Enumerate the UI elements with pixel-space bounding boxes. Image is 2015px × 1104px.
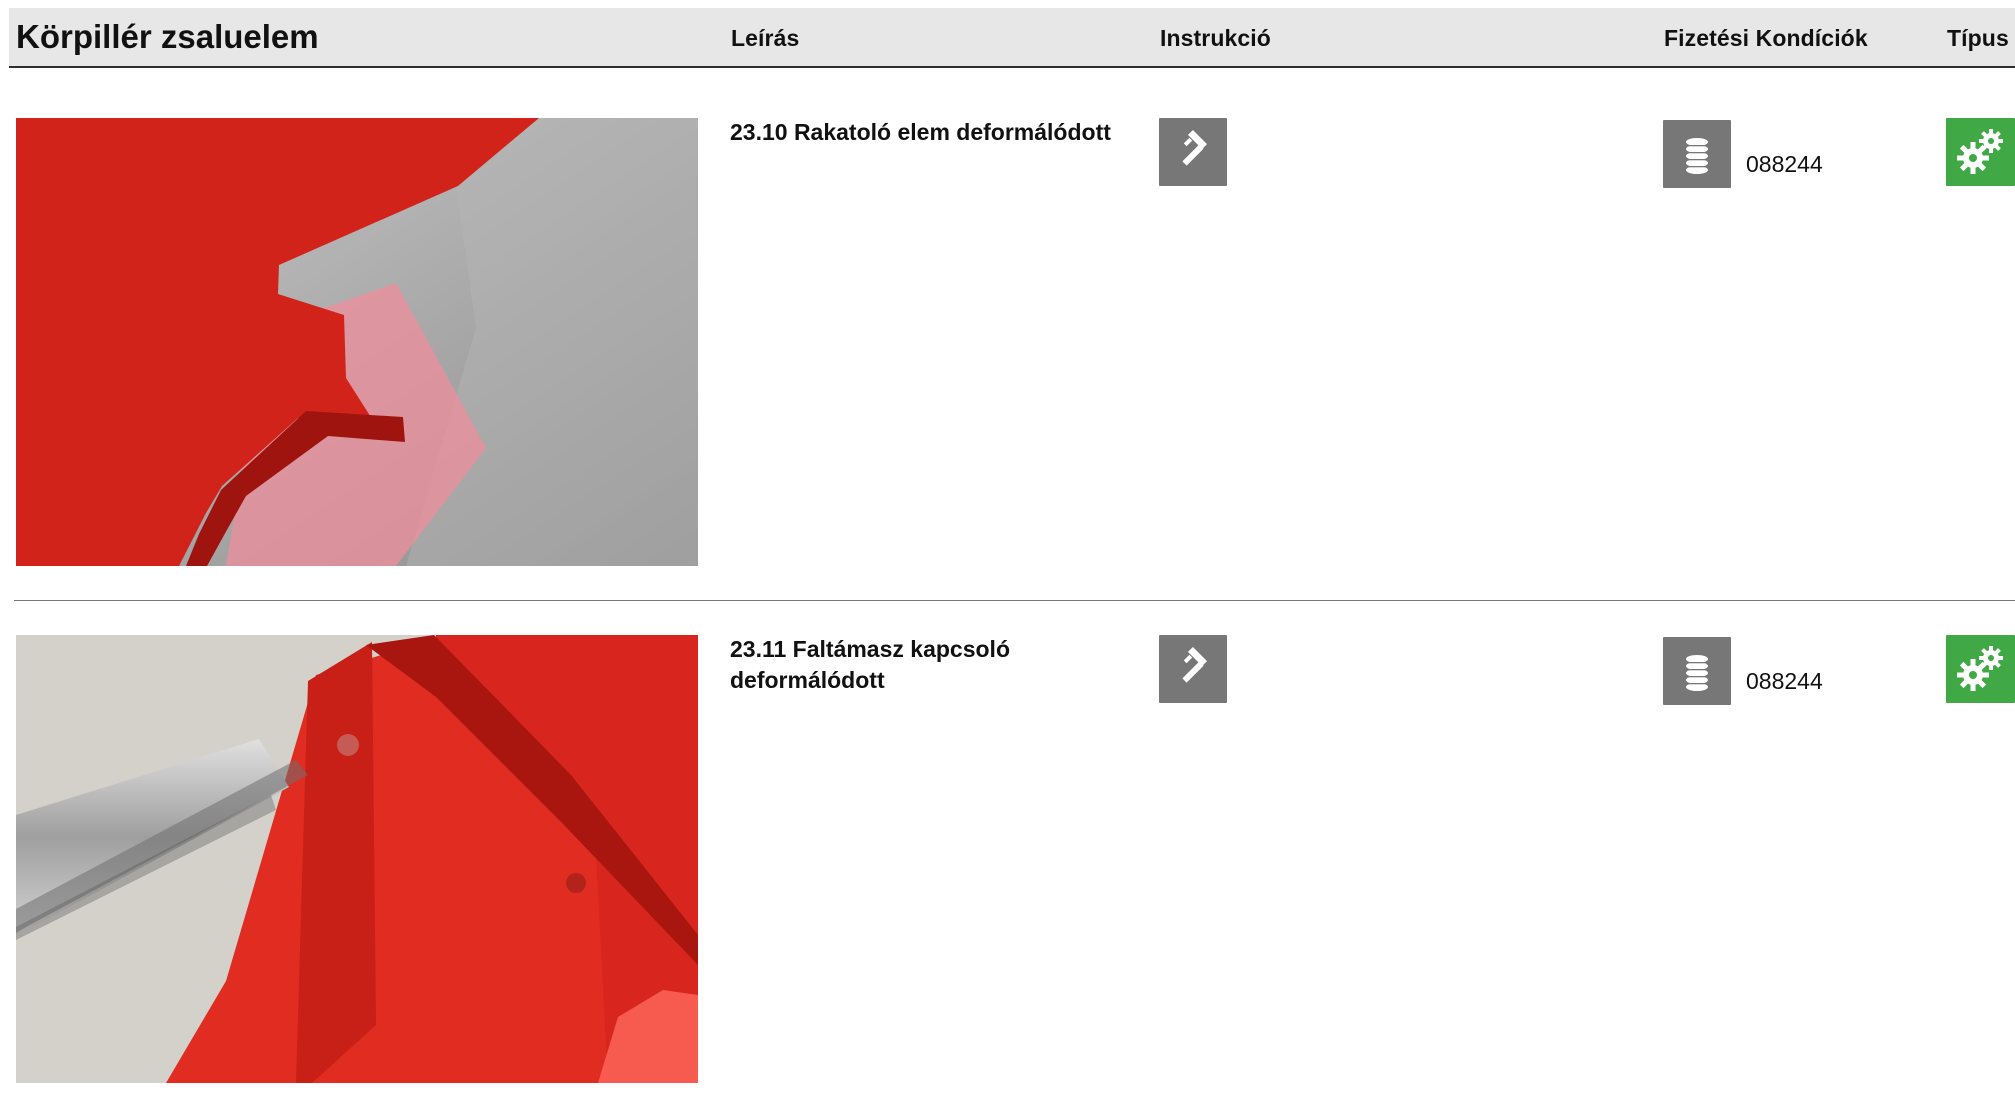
row-description: 23.10 Rakatoló elem deformálódott [730, 119, 1111, 145]
instruction-button[interactable] [1159, 118, 1227, 186]
order-code: 088244 [1746, 151, 1823, 177]
instruction-button[interactable] [1159, 635, 1227, 703]
hammer-icon [1182, 646, 1208, 683]
product-photo-image [16, 118, 698, 566]
product-photo [16, 118, 698, 566]
payment-button[interactable] [1663, 120, 1731, 188]
column-header-instruction: Instrukció [1160, 25, 1271, 51]
gears-icon [1956, 129, 2003, 174]
payment-button[interactable] [1663, 637, 1731, 705]
row-divider [14, 600, 2015, 601]
table-header: Körpillér zsaluelem Leírás Instrukció Fi… [9, 8, 2015, 68]
column-header-description: Leírás [731, 25, 800, 51]
row-description: 23.11 Faltámasz kapcsoló deformálódott [730, 636, 1010, 693]
column-header-type: Típus [1947, 25, 2009, 51]
page-title: Körpillér zsaluelem [16, 18, 319, 55]
product-row: 23.11 Faltámasz kapcsoló deformálódott 0… [0, 634, 2015, 1104]
column-header-payment: Fizetési Kondíciók [1664, 25, 1868, 51]
gears-icon [1956, 646, 2003, 691]
coin-stack-icon [1686, 138, 1708, 174]
type-button[interactable] [1946, 118, 2015, 186]
product-row: 23.10 Rakatoló elem deformálódott 088244 [0, 117, 2015, 587]
hammer-icon [1182, 129, 1208, 166]
product-photo [16, 635, 698, 1083]
type-button[interactable] [1946, 635, 2015, 703]
order-code: 088244 [1746, 668, 1823, 694]
product-photo-image [16, 635, 698, 1083]
document-page: Körpillér zsaluelem Leírás Instrukció Fi… [0, 0, 2015, 1083]
coin-stack-icon [1686, 655, 1708, 691]
